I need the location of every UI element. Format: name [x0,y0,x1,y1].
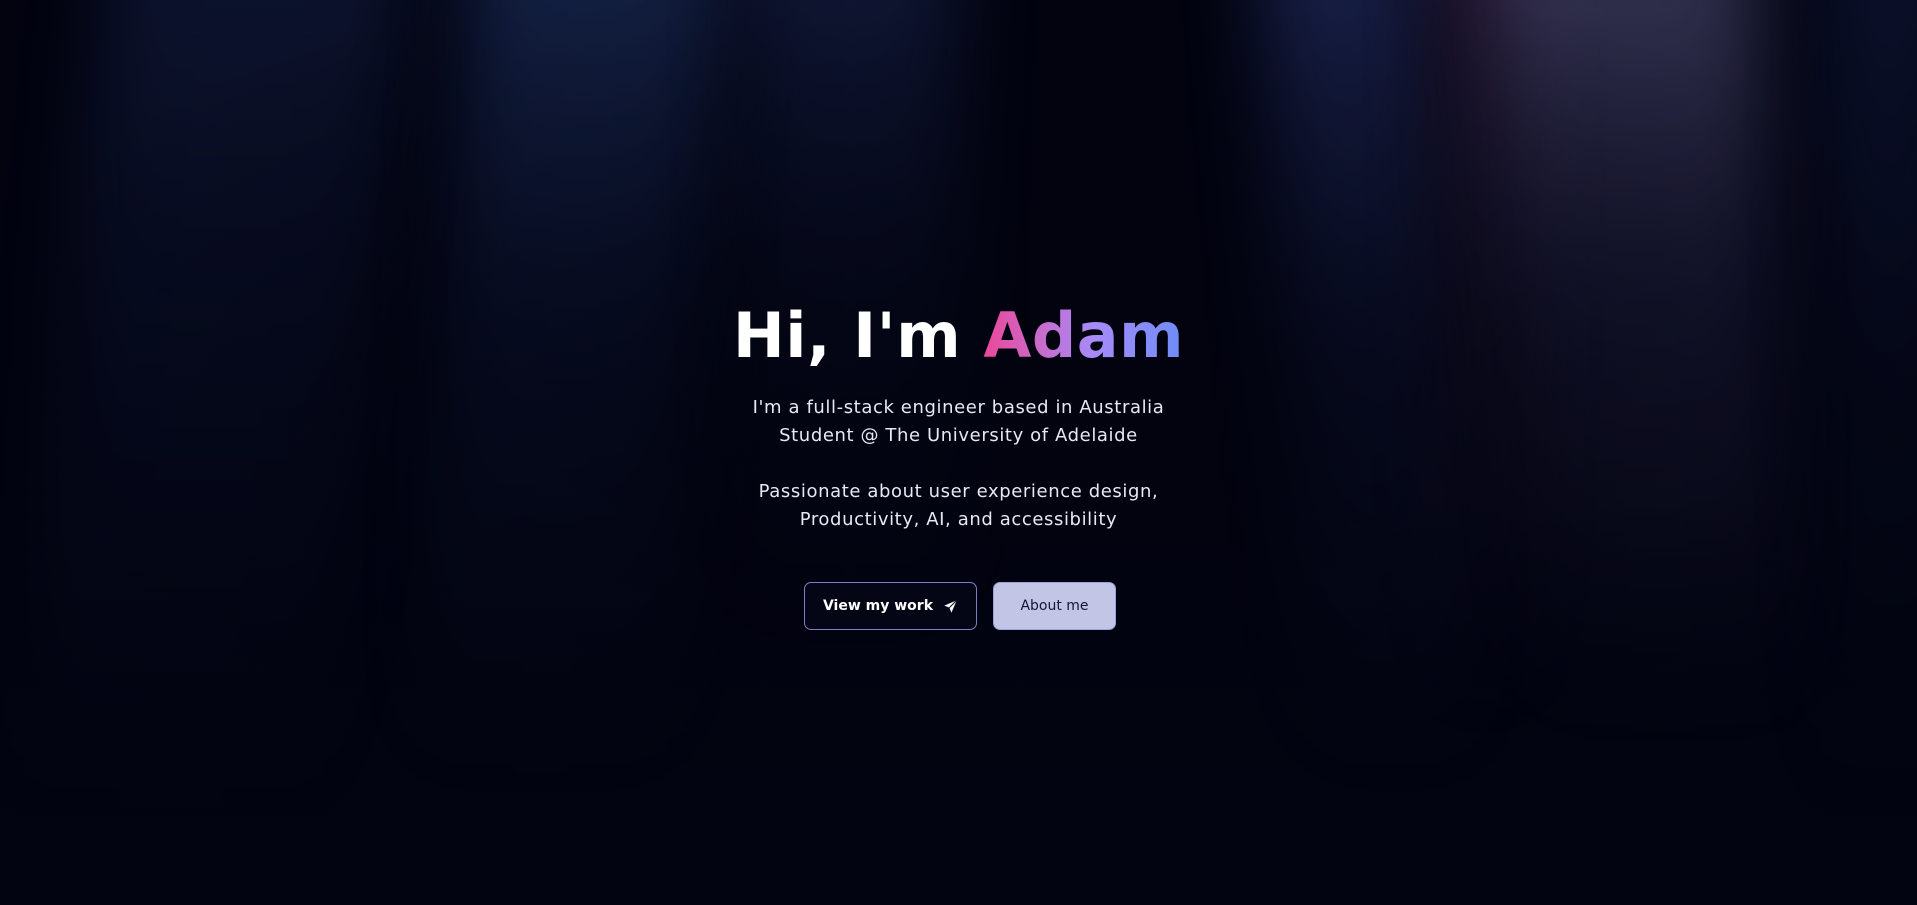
about-me-label: About me [1020,598,1089,614]
hero-actions: View my work About me [0,582,1917,630]
paper-plane-icon [944,599,958,613]
aurora-beam [1255,0,1485,905]
background-vignette [0,0,1917,905]
interests-line: Productivity, AI, and accessibility [799,509,1118,530]
aurora-beam [1493,0,1807,905]
intro-line: I'm a full-stack engineer based in Austr… [752,397,1165,418]
aurora-beam [7,0,413,905]
greeting-text: Hi, I'm [732,299,962,372]
aurora-beam [405,0,725,905]
hero-page: Hi, I'm Adam I'm a full-stack engineer b… [0,0,1917,905]
aurora-background [0,0,1917,905]
education-line: Student @ The University of Adelaide [779,425,1138,446]
view-my-work-button[interactable]: View my work [804,582,977,630]
passion-line: Passionate about user experience design, [758,481,1159,502]
hero-headline: Hi, I'm Adam [0,296,1917,376]
hero-name: Adam [983,299,1185,372]
about-me-button[interactable]: About me [993,582,1116,630]
aurora-beam [1440,0,1530,905]
aurora-beam [745,0,955,905]
aurora-beam [1820,0,1917,905]
view-my-work-label: View my work [822,598,934,614]
